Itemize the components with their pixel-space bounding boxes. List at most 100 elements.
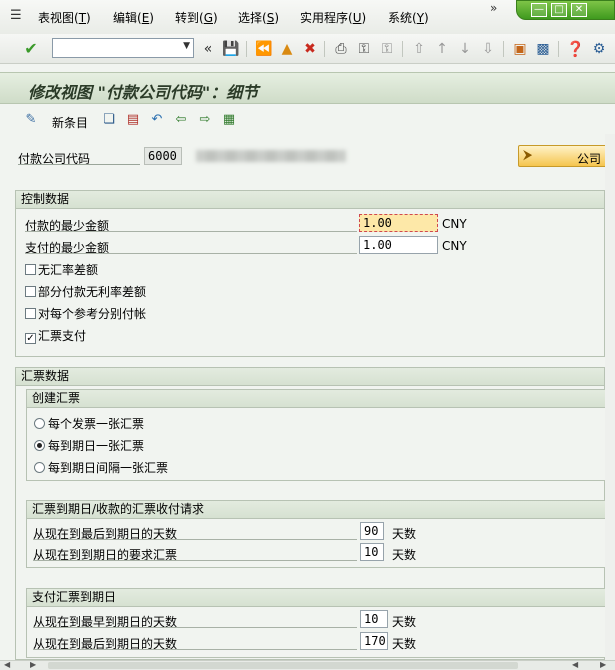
standard-toolbar: ✔ ▼ « 💾 ⏪ ▲ ✖ ⎙ ⚿ ⚿ ⇧ ↑ ↓ ⇩ ▣ ▩ ❓ ⚙ (0, 34, 615, 64)
min-payment-unit: CNY (442, 217, 467, 231)
separate-per-reference-checkbox[interactable]: 对每个参考分别付帐 (25, 305, 146, 322)
min-payment-input[interactable]: 1.00 (359, 214, 438, 232)
application-toolbar: ✎ 新条目 ❏ ▤ ↶ ⇦ ⇨ ▦ (0, 106, 615, 134)
no-exchange-diff-checkbox[interactable]: 无汇率差额 (25, 261, 98, 278)
delete-icon[interactable]: ▤ (124, 111, 142, 129)
navigate-icon: ⮞ (523, 148, 533, 163)
menu-bar: ☰ 表视图(T) 编辑(E) 转到(G) 选择(S) 实用程序(U) 系统(Y)… (0, 0, 615, 34)
menu-selection[interactable]: 选择(S) (238, 11, 279, 25)
radio-button[interactable] (34, 462, 45, 473)
partial-payment-checkbox[interactable]: 部分付款无利率差额 (25, 283, 146, 300)
label-underline (33, 649, 357, 650)
minimize-icon[interactable]: — (531, 3, 547, 17)
days-to-last-due-input[interactable]: 90 (360, 522, 384, 540)
days-to-earliest-due-input[interactable]: 10 (360, 610, 388, 628)
enter-check-icon[interactable]: ✔ (22, 40, 40, 58)
label-underline (18, 164, 140, 165)
next-entry-icon[interactable]: ⇨ (196, 111, 214, 129)
days-to-due-request-input[interactable]: 10 (360, 543, 384, 561)
radio-bill-per-invoice[interactable]: 每个发票一张汇票 (34, 415, 144, 432)
checkbox-box[interactable] (25, 264, 36, 275)
collapse-icon[interactable]: « (199, 40, 217, 58)
menu-utilities[interactable]: 实用程序(U) (300, 11, 366, 25)
min-pay-input[interactable]: 1.00 (359, 236, 438, 254)
create-bill-frame: 创建汇票 每个发票一张汇票 每到期日一张汇票 每到期日间隔一张汇票 (26, 389, 606, 481)
back-icon[interactable]: ⏪ (255, 40, 273, 58)
bill-due-title: 汇票到期日/收款的汇票收付请求 (27, 501, 605, 519)
days-unit: 天数 (392, 615, 417, 629)
find-next-icon[interactable]: ⚿ (378, 40, 396, 58)
scroll-right-small-icon[interactable]: ▶ (30, 660, 36, 669)
menu-icon[interactable]: ☰ (10, 9, 26, 23)
days-unit: 天数 (392, 637, 417, 651)
previous-entry-icon[interactable]: ⇦ (172, 111, 190, 129)
label-underline (33, 539, 357, 540)
display-change-icon[interactable]: ✎ (22, 111, 40, 129)
chevron-down-icon[interactable]: ▼ (183, 41, 190, 51)
command-input[interactable] (55, 40, 173, 56)
days-unit: 天数 (392, 527, 417, 541)
toolbar-separator (402, 41, 403, 57)
radio-button[interactable] (34, 418, 45, 429)
toolbar-separator (503, 41, 504, 57)
days-unit: 天数 (392, 548, 417, 562)
scrollbar-thumb[interactable] (48, 662, 518, 669)
label-underline (33, 627, 357, 628)
find-icon[interactable]: ⚿ (355, 40, 373, 58)
radio-bill-per-due-interval[interactable]: 每到期日间隔一张汇票 (34, 459, 168, 476)
new-entries-button[interactable]: 新条目 (52, 114, 88, 131)
exit-icon[interactable]: ▲ (278, 40, 296, 58)
window-controls: — □ ✕ (516, 0, 615, 20)
company-button-label: 公司 (576, 152, 601, 166)
horizontal-scrollbar[interactable]: ◀ ▶ ◀ ▶ (0, 660, 615, 670)
menu-table-view[interactable]: 表视图(T) (38, 11, 91, 25)
page-title: 修改视图 "付款公司代码"：细节 (28, 83, 259, 102)
label-underline (25, 253, 357, 254)
checkbox-box[interactable] (25, 286, 36, 297)
label-underline (25, 231, 357, 232)
bill-payment-checkbox[interactable]: ✓ 汇票支付 (25, 327, 86, 344)
company-name-redacted (196, 150, 346, 162)
menu-system[interactable]: 系统(Y) (388, 11, 429, 25)
save-icon[interactable]: 💾 (222, 40, 240, 58)
last-page-icon[interactable]: ⇩ (479, 40, 497, 58)
scroll-left-icon[interactable]: ◀ (4, 660, 10, 669)
help-icon[interactable]: ❓ (566, 40, 585, 58)
radio-button-selected[interactable] (34, 440, 45, 451)
toolbar-separator (246, 41, 247, 57)
scroll-right-icon[interactable]: ▶ (600, 660, 606, 669)
pay-bill-due-title: 支付汇票到期日 (27, 589, 605, 607)
scroll-left-small-icon[interactable]: ◀ (572, 660, 578, 669)
company-code-field: 6000 (144, 147, 182, 165)
first-page-icon[interactable]: ⇧ (410, 40, 428, 58)
cancel-icon[interactable]: ✖ (301, 40, 319, 58)
new-session-icon[interactable]: ▣ (511, 40, 529, 58)
company-button[interactable]: ⮞ 公司 (518, 145, 608, 167)
days-to-latest-due-input[interactable]: 170 (360, 632, 388, 650)
menu-overflow-icon[interactable]: » (490, 1, 497, 15)
undo-icon[interactable]: ↶ (148, 111, 166, 129)
create-bill-title: 创建汇票 (27, 390, 605, 408)
pay-bill-due-frame: 支付汇票到期日 从现在到最早到期日的天数 10 天数 从现在到最后到期日的天数 … (26, 588, 606, 658)
label-underline (33, 560, 357, 561)
next-page-icon[interactable]: ↓ (456, 40, 474, 58)
print-icon[interactable]: ⎙ (332, 40, 350, 58)
checkbox-box[interactable] (25, 308, 36, 319)
screen-title-bar: 修改视图 "付款公司代码"：细节 (0, 72, 615, 104)
shortcut-icon[interactable]: ▩ (534, 40, 552, 58)
menu-edit[interactable]: 编辑(E) (113, 11, 154, 25)
checkmark-icon[interactable]: ✓ (25, 333, 36, 344)
bill-data-title: 汇票数据 (16, 368, 604, 386)
command-field[interactable]: ▼ (52, 38, 194, 58)
radio-bill-per-due-date[interactable]: 每到期日一张汇票 (34, 437, 144, 454)
min-pay-unit: CNY (442, 239, 467, 253)
bill-data-frame: 汇票数据 创建汇票 每个发票一张汇票 每到期日一张汇票 每到期日间隔一张汇票 汇… (15, 367, 606, 660)
copy-icon[interactable]: ❏ (100, 111, 118, 129)
vertical-scrollbar[interactable] (605, 134, 615, 660)
maximize-icon[interactable]: □ (551, 3, 567, 17)
layout-settings-icon[interactable]: ⚙ (590, 40, 608, 58)
select-all-icon[interactable]: ▦ (220, 111, 238, 129)
menu-goto[interactable]: 转到(G) (175, 11, 218, 25)
previous-page-icon[interactable]: ↑ (433, 40, 451, 58)
close-icon[interactable]: ✕ (571, 3, 587, 17)
